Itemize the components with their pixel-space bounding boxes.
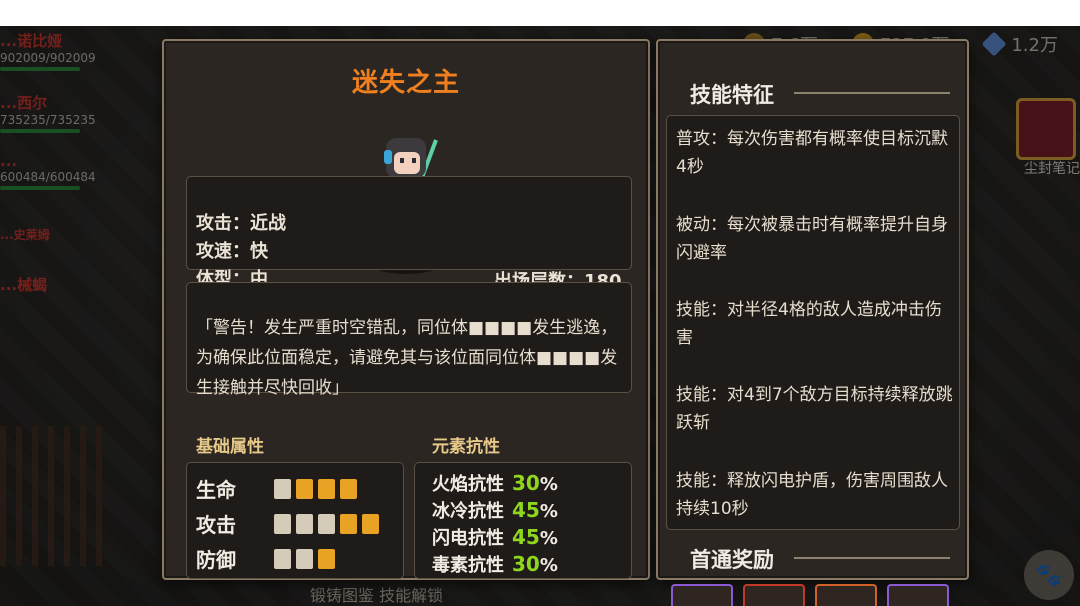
stat-hp: 生命 [196, 474, 357, 503]
stat-pip [274, 548, 291, 569]
stat-pip [296, 548, 313, 569]
resist-label: 火焰抗性 [432, 474, 504, 495]
reward-item-slot[interactable] [887, 584, 949, 606]
attack-speed: 攻速：快 [196, 241, 268, 262]
resist-value: 30 [512, 471, 540, 495]
skill-entry: 技能：对4到7个敌方目标持续释放跳跃斩 [676, 385, 953, 433]
stat-pip [274, 513, 291, 534]
stat-pip [340, 478, 357, 499]
stat-pip [362, 513, 379, 534]
resist-label: 冰冷抗性 [432, 501, 504, 522]
first-clear-reward-title: 首通奖励 [690, 548, 774, 572]
resist-value: 45 [512, 525, 540, 549]
skill-entry: 普攻：每次伤害都有概率使目标沉默4秒 [676, 129, 948, 177]
resist-label: 闪电抗性 [432, 528, 504, 549]
stat-label: 防御 [196, 548, 236, 572]
reward-item-slot[interactable] [743, 584, 805, 606]
resist-unit: % [539, 555, 558, 576]
stat-defense: 防御 [196, 544, 335, 573]
stat-pip [318, 513, 335, 534]
reward-item-slot[interactable] [815, 584, 877, 606]
lightning-resistance: 闪电抗性 45% [432, 524, 558, 550]
stat-label: 攻击 [196, 513, 236, 537]
reward-divider [794, 557, 950, 559]
stat-rating [274, 478, 357, 499]
skill-entry: 技能：释放闪电护盾，伤害周围敌人持续10秒 [676, 471, 948, 519]
element-resist-label: 元素抗性 [432, 437, 500, 457]
stat-pip [296, 513, 313, 534]
stat-pip [318, 548, 335, 569]
resist-value: 30 [512, 552, 540, 576]
title-divider [794, 92, 950, 94]
poison-resistance: 毒素抗性 30% [432, 551, 558, 577]
stat-label: 生命 [196, 478, 236, 502]
resist-label: 毒素抗性 [432, 555, 504, 576]
reward-item-slot[interactable] [671, 584, 733, 606]
stat-pip [340, 513, 357, 534]
fire-resistance: 火焰抗性 30% [432, 470, 558, 496]
skills-title: 技能特征 [690, 83, 774, 107]
skill-entry: 技能：对半径4格的敌人造成冲击伤害 [676, 300, 942, 348]
resist-unit: % [539, 474, 558, 495]
stat-attack: 攻击 [196, 509, 379, 538]
stat-pip [296, 478, 313, 499]
stat-pip [318, 478, 335, 499]
attack-type: 攻击：近战 [196, 213, 286, 234]
stat-rating [274, 513, 379, 534]
stat-pip [274, 478, 291, 499]
resist-value: 45 [512, 498, 540, 522]
stat-rating [274, 548, 335, 569]
ice-resistance: 冰冷抗性 45% [432, 497, 558, 523]
resist-unit: % [539, 501, 558, 522]
skill-entry: 被动：每次被暴击时有概率提升自身闪避率 [676, 215, 948, 263]
base-attributes-label: 基础属性 [196, 437, 264, 457]
resist-unit: % [539, 528, 558, 549]
monster-name: 迷失之主 [351, 68, 460, 98]
monster-description: 「警告！发生严重时空错乱，同位体■■■■发生逃逸，为确保此位面稳定，请避免其与该… [196, 318, 618, 398]
